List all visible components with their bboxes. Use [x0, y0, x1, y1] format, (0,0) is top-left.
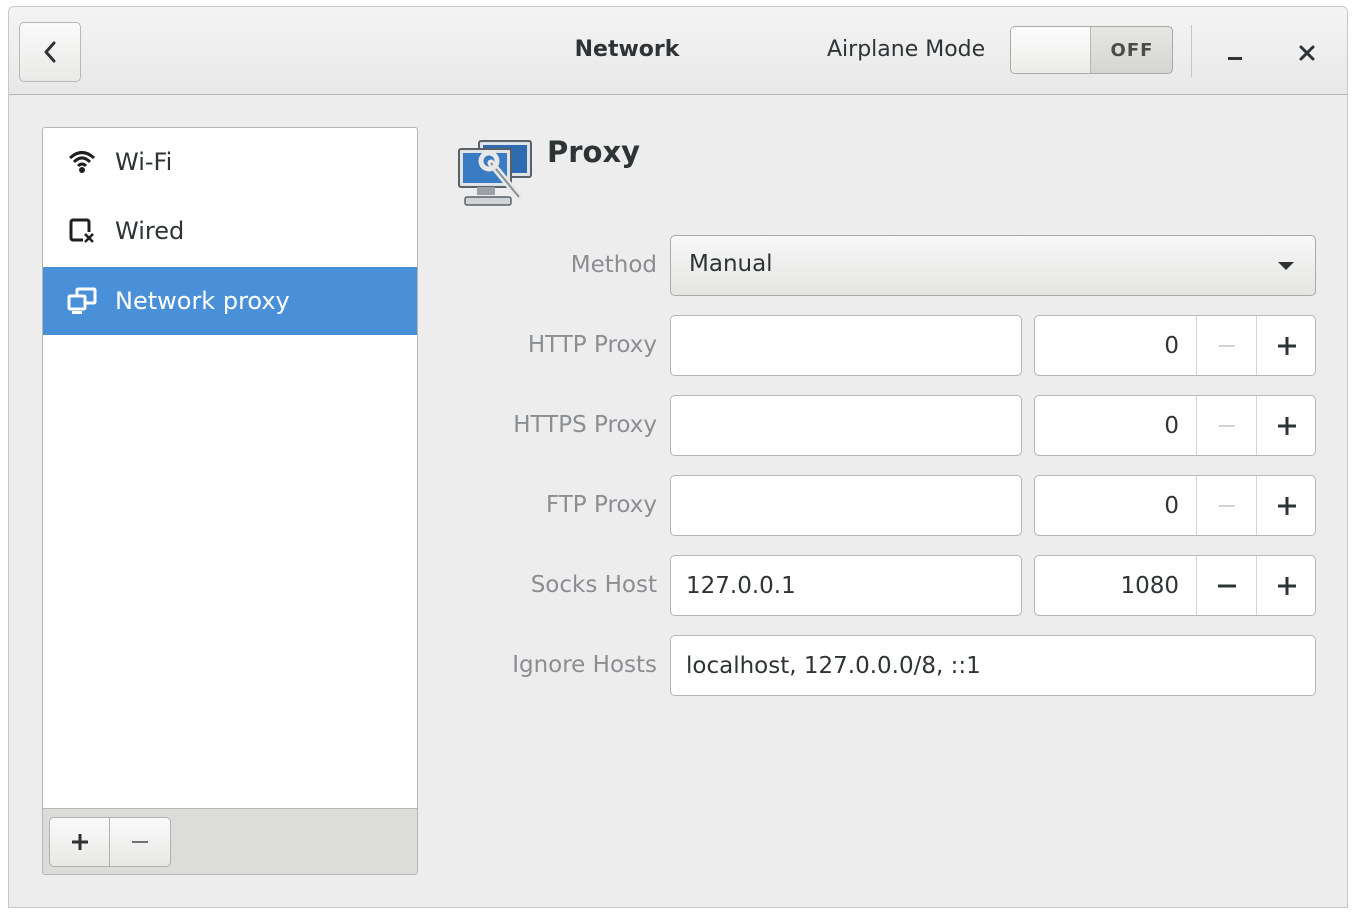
- increment-button[interactable]: [1256, 316, 1315, 375]
- port-value[interactable]: 0: [1035, 316, 1195, 375]
- socks-host-field[interactable]: [670, 555, 1022, 616]
- header-bar: Network Airplane Mode OFF: [9, 7, 1347, 95]
- remove-connection-button[interactable]: [110, 817, 171, 867]
- network-settings-window: Network Airplane Mode OFF Wi-Fi Wired Ne…: [8, 6, 1348, 908]
- close-button[interactable]: [1289, 35, 1325, 71]
- port-value[interactable]: 0: [1035, 476, 1195, 535]
- plus-icon: [1277, 576, 1296, 595]
- ignore-hosts-label: Ignore Hosts: [512, 652, 657, 678]
- sidebar-item-label: Wired: [115, 217, 185, 245]
- decrement-button[interactable]: [1196, 556, 1256, 615]
- wifi-icon: [67, 147, 97, 177]
- plus-icon: [1277, 416, 1296, 435]
- http-proxy-label: HTTP Proxy: [527, 332, 657, 358]
- ftp-proxy-label: FTP Proxy: [545, 492, 657, 518]
- switch-knob[interactable]: [1011, 27, 1091, 73]
- sidebar-item-network-proxy[interactable]: Network proxy: [43, 267, 417, 335]
- https-proxy-port-spinner[interactable]: 0: [1034, 395, 1316, 456]
- http-proxy-host-field[interactable]: [670, 315, 1022, 376]
- method-dropdown[interactable]: Manual: [670, 235, 1316, 296]
- http-proxy-host-input[interactable]: [671, 316, 1021, 375]
- minus-icon: [1218, 504, 1235, 507]
- close-icon: [1299, 45, 1315, 61]
- network-proxy-icon: [67, 286, 97, 316]
- decrement-button[interactable]: [1196, 396, 1256, 455]
- minimize-button[interactable]: [1217, 35, 1253, 71]
- airplane-mode-switch[interactable]: OFF: [1010, 26, 1173, 74]
- window-title: Network: [574, 37, 680, 62]
- https-proxy-host-field[interactable]: [670, 395, 1022, 456]
- method-value: Manual: [689, 251, 773, 277]
- ftp-proxy-port-spinner[interactable]: 0: [1034, 475, 1316, 536]
- method-label: Method: [570, 252, 657, 278]
- ignore-hosts-input[interactable]: [671, 636, 1315, 695]
- ftp-proxy-host-field[interactable]: [670, 475, 1022, 536]
- add-connection-button[interactable]: [49, 817, 110, 867]
- section-title: Proxy: [547, 135, 641, 169]
- sidebar-item-wifi[interactable]: Wi-Fi: [43, 128, 417, 196]
- increment-button[interactable]: [1256, 476, 1315, 535]
- ftp-proxy-host-input[interactable]: [671, 476, 1021, 535]
- sidebar-item-wired[interactable]: Wired: [43, 197, 417, 265]
- minimize-icon: [1228, 57, 1242, 60]
- increment-button[interactable]: [1256, 396, 1315, 455]
- increment-button[interactable]: [1256, 556, 1315, 615]
- plus-icon: [1277, 496, 1296, 515]
- http-proxy-port-spinner[interactable]: 0: [1034, 315, 1316, 376]
- wired-disconnected-icon: [67, 216, 97, 246]
- socks-host-label: Socks Host: [530, 572, 657, 598]
- socks-port-spinner[interactable]: 1080: [1034, 555, 1316, 616]
- minus-icon: [1218, 344, 1235, 347]
- header-separator: [1191, 25, 1192, 77]
- decrement-button[interactable]: [1196, 476, 1256, 535]
- minus-icon: [132, 841, 148, 843]
- https-proxy-host-input[interactable]: [671, 396, 1021, 455]
- airplane-mode-label: Airplane Mode: [827, 37, 986, 62]
- port-value[interactable]: 1080: [1035, 556, 1195, 615]
- minus-icon: [1218, 424, 1235, 427]
- plus-icon: [71, 834, 88, 850]
- switch-state: OFF: [1110, 39, 1154, 61]
- plus-icon: [1277, 336, 1296, 355]
- sidebar-item-label: Network proxy: [115, 287, 290, 315]
- sidebar-toolbar: [43, 808, 417, 874]
- sidebar-item-label: Wi-Fi: [115, 148, 173, 176]
- back-button[interactable]: [19, 22, 81, 82]
- device-list-sidebar: Wi-Fi Wired Network proxy: [42, 127, 418, 875]
- dropdown-arrow-icon: [1278, 262, 1294, 270]
- decrement-button[interactable]: [1196, 316, 1256, 375]
- socks-host-input[interactable]: [671, 556, 1021, 615]
- chevron-left-icon: [44, 41, 56, 63]
- https-proxy-label: HTTPS Proxy: [513, 412, 657, 438]
- ignore-hosts-field[interactable]: [670, 635, 1316, 696]
- proxy-settings-icon: [458, 140, 532, 206]
- minus-icon: [1217, 584, 1236, 587]
- port-value[interactable]: 0: [1035, 396, 1195, 455]
